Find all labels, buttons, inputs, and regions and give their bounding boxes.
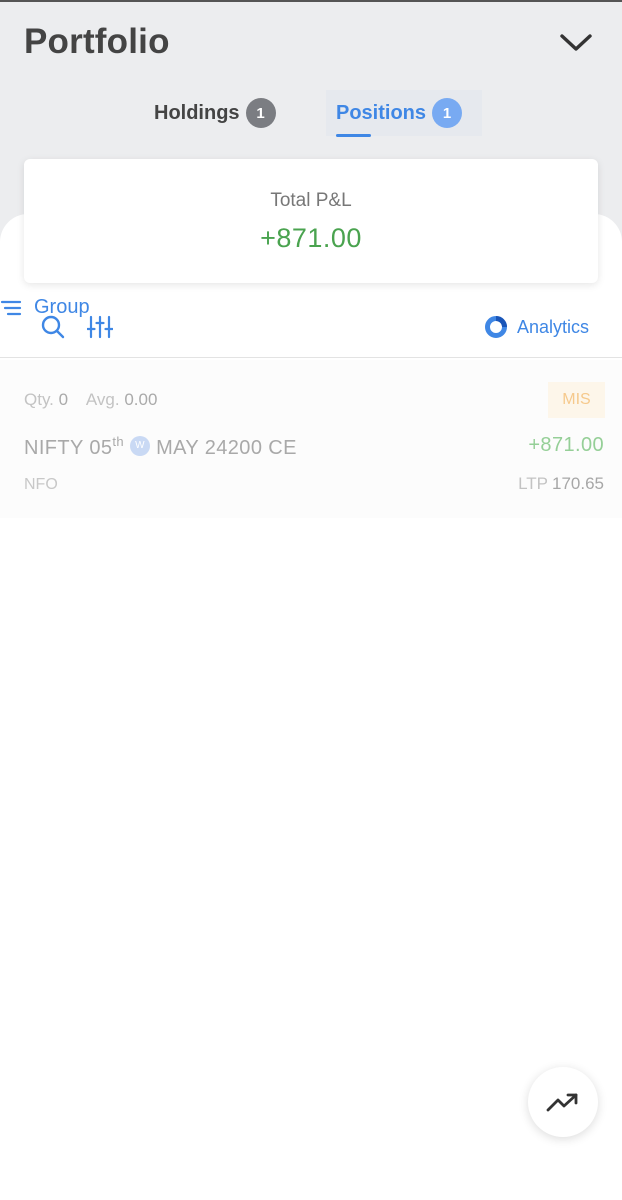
search-button[interactable] [40, 314, 66, 340]
filter-button[interactable] [86, 314, 114, 340]
analytics-ring-icon [485, 316, 507, 338]
trending-up-icon [546, 1093, 578, 1112]
tab-positions[interactable]: Positions 1 [326, 90, 482, 136]
sliders-icon [86, 315, 114, 339]
active-tab-indicator [336, 134, 371, 137]
position-pnl: +871.00 [528, 434, 604, 456]
total-pnl-value: +871.00 [260, 223, 362, 253]
analytics-label: Analytics [517, 316, 590, 337]
avg-label: Avg. [85, 390, 120, 409]
search-icon [41, 315, 65, 339]
avg-value: 0.00 [124, 390, 158, 409]
position-symbol: NIFTY 05th W MAY 24200 CE [24, 434, 297, 460]
position-qty-avg: Qty. 0 Avg. 0.00 [24, 390, 157, 410]
position-exchange: NFO [24, 476, 58, 493]
symbol-prefix: NIFTY 05 [24, 437, 113, 459]
trend-fab-button[interactable] [528, 1067, 598, 1137]
ltp-label: LTP [518, 474, 548, 493]
position-ltp: LTP 170.65 [518, 474, 604, 494]
chevron-down-icon [560, 34, 592, 51]
tab-positions-count: 1 [432, 98, 463, 128]
tab-holdings[interactable]: Holdings 1 [142, 90, 292, 136]
collapse-button[interactable] [556, 28, 596, 58]
analytics-button[interactable]: Analytics [484, 315, 589, 339]
portfolio-tabs: Holdings 1 Positions 1 [0, 90, 622, 138]
positions-toolbar: Group Analytics [0, 296, 622, 358]
symbol-suffix: MAY 24200 CE [156, 437, 297, 459]
product-badge: MIS [548, 382, 605, 418]
tab-positions-label: Positions [336, 101, 427, 124]
qty-label: Qty. [24, 390, 54, 409]
tab-holdings-count: 1 [245, 98, 276, 128]
total-pnl-label: Total P&L [270, 190, 352, 211]
ltp-value: 170.65 [552, 474, 604, 493]
sort-lines-icon [0, 300, 22, 315]
qty-value: 0 [58, 390, 69, 409]
tab-holdings-label: Holdings [154, 101, 240, 124]
total-pnl-card: Total P&L +871.00 [24, 159, 598, 283]
page-title: Portfolio [24, 22, 170, 61]
symbol-ordinal: th [112, 434, 125, 449]
weekly-expiry-badge: W [130, 435, 151, 456]
position-row[interactable]: Qty. 0 Avg. 0.00 MIS NIFTY 05th W MAY 2420… [0, 360, 622, 518]
